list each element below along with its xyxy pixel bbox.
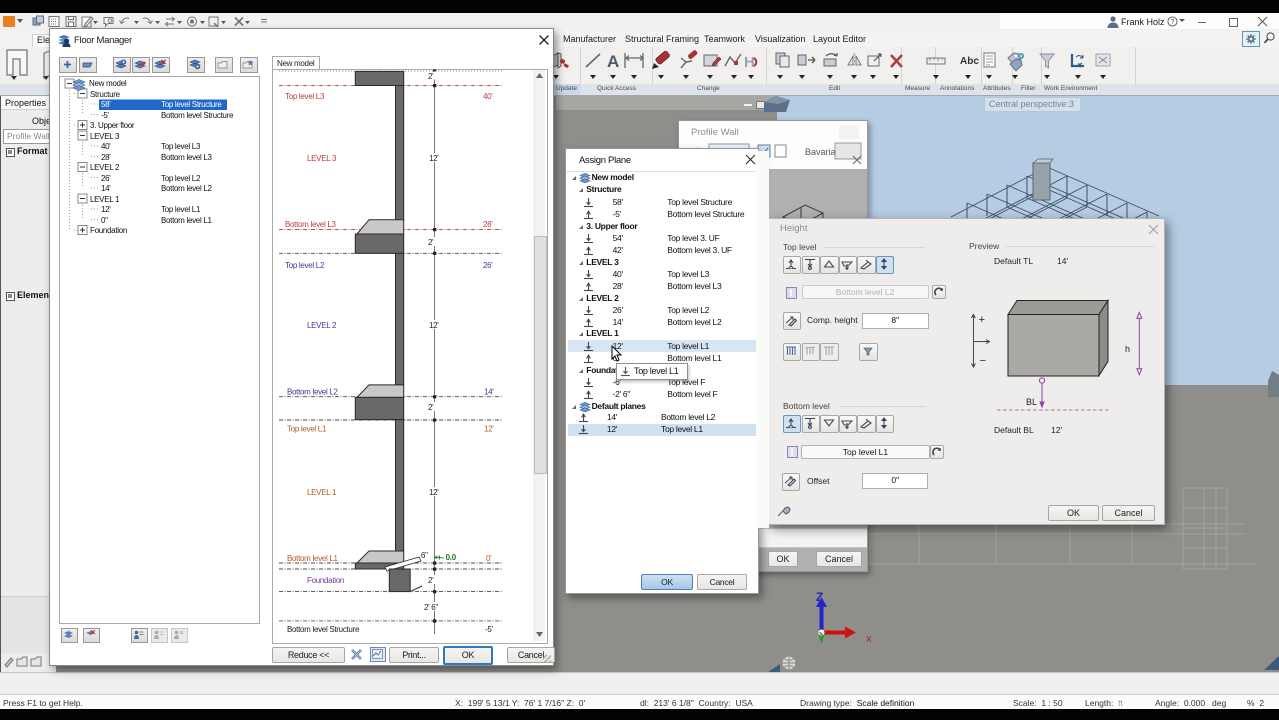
svg-text:?: ? [1171, 19, 1175, 26]
svg-text:LEVEL 3: LEVEL 3 [307, 154, 337, 163]
svg-text:0': 0' [486, 554, 492, 563]
svg-text:-5': -5' [485, 625, 494, 634]
svg-text:H: H [744, 54, 755, 71]
svg-text:Top level L2: Top level L2 [285, 261, 325, 270]
svg-text:12': 12' [484, 425, 494, 434]
svg-text:Foundation: Foundation [307, 576, 344, 585]
svg-text:6": 6" [421, 551, 428, 560]
svg-text:Bottom level L2: Bottom level L2 [287, 388, 338, 397]
svg-text:2': 2' [428, 403, 434, 412]
svg-text:LEVEL 2: LEVEL 2 [307, 321, 337, 330]
svg-text:Bottom level Structure: Bottom level Structure [287, 625, 360, 634]
svg-text:28': 28' [483, 220, 493, 229]
svg-text:BL: BL [1026, 397, 1037, 407]
svg-text:h: h [1125, 344, 1130, 354]
svg-text:2': 2' [428, 72, 434, 81]
svg-text:2': 2' [428, 576, 434, 585]
svg-text:+: + [979, 314, 985, 326]
svg-text:x: x [866, 633, 872, 645]
svg-text:Abc: Abc [960, 56, 979, 67]
svg-text:LEVEL 1: LEVEL 1 [307, 488, 337, 497]
svg-text:12': 12' [429, 488, 439, 497]
svg-text:Bottom level L1: Bottom level L1 [287, 554, 338, 563]
svg-text:Bottom level L3: Bottom level L3 [285, 220, 336, 229]
svg-text:Top level L1: Top level L1 [287, 425, 327, 434]
svg-text:−: − [980, 355, 986, 367]
svg-text:Bavaria: Bavaria [805, 147, 836, 157]
svg-text:A: A [607, 52, 619, 71]
svg-text:12': 12' [429, 321, 439, 330]
svg-text:12': 12' [429, 154, 439, 163]
svg-text:2': 2' [428, 238, 434, 247]
svg-text:Top level L3: Top level L3 [285, 92, 325, 101]
svg-text:26': 26' [483, 261, 493, 270]
svg-text:14': 14' [484, 388, 494, 397]
svg-text:40': 40' [483, 92, 493, 101]
svg-text:2' 6": 2' 6" [424, 603, 438, 612]
